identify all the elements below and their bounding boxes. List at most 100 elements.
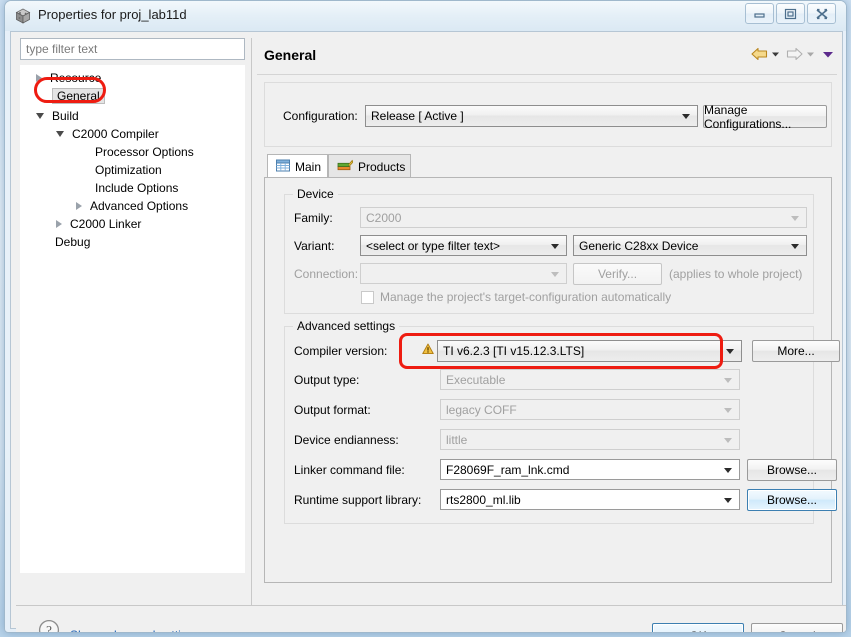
tree-item-label: General bbox=[52, 88, 105, 104]
table-icon bbox=[276, 159, 290, 175]
page-title: General bbox=[264, 47, 317, 63]
close-icon[interactable] bbox=[807, 3, 836, 24]
cancel-button-label: Cancel bbox=[778, 629, 815, 633]
settings-pane: General Configuration: Release [Active … bbox=[257, 38, 840, 605]
chevron-down-icon bbox=[724, 497, 732, 503]
show-advanced-settings-link[interactable]: Show advanced settings bbox=[70, 628, 200, 632]
tab-main[interactable]: Main bbox=[267, 154, 328, 178]
variant-device-combo[interactable]: Generic C28xx Device bbox=[573, 235, 807, 256]
tree-item-label: Debug bbox=[55, 235, 91, 249]
panel-divider bbox=[251, 38, 252, 605]
filter-placeholder: type filter text bbox=[26, 42, 98, 56]
runtime-support-library-browse-button[interactable]: Browse... bbox=[747, 489, 837, 511]
chevron-down-icon bbox=[724, 437, 732, 443]
tree-item-c2000-compiler[interactable]: C2000 Compiler bbox=[56, 125, 162, 143]
variant-filter-value: <select or type filter text> bbox=[366, 238, 501, 253]
footer-separator bbox=[16, 605, 846, 606]
tree-item-c2000-linker[interactable]: C2000 Linker bbox=[56, 215, 144, 233]
configuration-combo[interactable]: Release [ Active ] bbox=[365, 105, 698, 127]
variant-device-value: Generic C28xx Device bbox=[579, 238, 699, 253]
chevron-right-icon[interactable] bbox=[36, 74, 42, 82]
chevron-down-icon bbox=[724, 407, 732, 413]
cube-icon bbox=[14, 7, 32, 25]
tree-item-include-options[interactable]: Include Options bbox=[76, 179, 181, 197]
help-icon[interactable]: ? bbox=[38, 619, 60, 633]
manage-target-config-label: Manage the project's target-configuratio… bbox=[380, 290, 672, 304]
forward-menu-chevron-down-icon bbox=[805, 47, 816, 66]
browse-button-label: Browse... bbox=[766, 493, 817, 507]
chevron-right-icon[interactable] bbox=[56, 220, 62, 228]
maximize-icon[interactable] bbox=[776, 3, 805, 24]
chevron-down-icon bbox=[724, 377, 732, 383]
minimize-icon[interactable] bbox=[745, 3, 774, 24]
runtime-support-library-value: rts2800_ml.lib bbox=[446, 492, 521, 507]
svg-text:?: ? bbox=[46, 623, 52, 633]
tab-main-label: Main bbox=[295, 159, 322, 174]
verify-button-label: Verify... bbox=[597, 267, 638, 281]
more-button-label: More... bbox=[777, 344, 815, 358]
tree-item-label: Build bbox=[52, 109, 79, 123]
device-group-title: Device bbox=[293, 187, 338, 201]
navigation-toolbar bbox=[751, 47, 835, 66]
linker-command-file-combo[interactable]: F28069F_ram_lnk.cmd bbox=[440, 459, 740, 480]
configuration-label: Configuration: bbox=[283, 109, 358, 123]
cancel-button[interactable]: Cancel bbox=[751, 623, 843, 633]
device-group: Device Family: C2000 Variant: <select or… bbox=[284, 187, 814, 314]
window-title: Properties for proj_lab11d bbox=[38, 7, 187, 22]
tree-item-processor-options[interactable]: Processor Options bbox=[76, 143, 197, 161]
title-bar: Properties for proj_lab11d bbox=[5, 1, 846, 31]
linker-command-file-browse-button[interactable]: Browse... bbox=[747, 459, 837, 481]
output-type-label: Output type: bbox=[294, 373, 360, 387]
tree-item-label: Processor Options bbox=[95, 145, 194, 159]
chevron-down-icon bbox=[726, 349, 734, 354]
chevron-right-icon[interactable] bbox=[76, 202, 82, 210]
tree-item-build[interactable]: Build bbox=[36, 107, 82, 125]
dialog-client-area: type filter text Resource General Build … bbox=[10, 31, 846, 632]
runtime-support-library-combo[interactable]: rts2800_ml.lib bbox=[440, 489, 740, 510]
applies-to-project-hint: (applies to whole project) bbox=[669, 267, 803, 281]
chevron-down-icon bbox=[682, 114, 690, 119]
chevron-down-icon[interactable] bbox=[36, 113, 44, 119]
tree-item-advanced-options[interactable]: Advanced Options bbox=[76, 197, 191, 215]
device-endianness-label: Device endianness: bbox=[294, 433, 399, 447]
tree-item-optimization[interactable]: Optimization bbox=[76, 161, 165, 179]
more-menu-chevron-down-icon[interactable] bbox=[821, 47, 835, 66]
family-value: C2000 bbox=[366, 210, 402, 225]
ok-button[interactable]: OK bbox=[652, 623, 744, 633]
chevron-down-icon[interactable] bbox=[56, 131, 64, 137]
tab-bar: Main Products bbox=[264, 154, 832, 178]
tree-item-label: Advanced Options bbox=[90, 199, 189, 213]
configuration-group: Configuration: Release [ Active ] Manage… bbox=[264, 82, 832, 147]
output-format-label: Output format: bbox=[294, 403, 371, 417]
manage-configurations-button[interactable]: Manage Configurations... bbox=[703, 103, 827, 131]
variant-label: Variant: bbox=[294, 239, 335, 253]
compiler-version-value: TI v6.2.3 [TI v15.12.3.LTS] bbox=[443, 344, 585, 358]
more-button[interactable]: More... bbox=[752, 340, 840, 362]
compiler-version-combo[interactable]: TI v6.2.3 [TI v15.12.3.LTS] bbox=[437, 340, 742, 362]
connection-combo bbox=[360, 263, 567, 284]
settings-tree[interactable]: Resource General Build C2000 Compiler Pr… bbox=[20, 65, 245, 573]
browse-button-label: Browse... bbox=[766, 463, 817, 477]
advanced-settings-group: Advanced settings Compiler version: TI v… bbox=[284, 319, 840, 524]
tab-products[interactable]: Products bbox=[328, 154, 411, 178]
tab-products-label: Products bbox=[358, 159, 406, 174]
advanced-settings-group-title: Advanced settings bbox=[293, 319, 400, 333]
compiler-version-label: Compiler version: bbox=[294, 344, 388, 358]
manage-target-config-checkbox[interactable] bbox=[361, 291, 374, 304]
chevron-down-icon bbox=[551, 243, 559, 249]
output-type-combo: Executable bbox=[440, 369, 740, 390]
tree-item-label: C2000 Linker bbox=[70, 217, 142, 231]
tree-item-general[interactable]: General bbox=[36, 87, 105, 105]
filter-input[interactable]: type filter text bbox=[20, 38, 245, 60]
ok-button-label: OK bbox=[689, 629, 706, 633]
chevron-down-icon bbox=[791, 215, 799, 221]
variant-filter-combo[interactable]: <select or type filter text> bbox=[360, 235, 567, 256]
back-arrow-icon[interactable] bbox=[751, 47, 768, 66]
back-menu-chevron-down-icon[interactable] bbox=[770, 47, 781, 66]
tree-item-debug[interactable]: Debug bbox=[36, 233, 93, 251]
books-icon bbox=[337, 159, 354, 175]
tree-item-resource[interactable]: Resource bbox=[36, 69, 104, 87]
warning-icon bbox=[422, 342, 434, 360]
tree-item-label: Resource bbox=[50, 71, 102, 85]
tree-item-label: Include Options bbox=[95, 181, 179, 195]
